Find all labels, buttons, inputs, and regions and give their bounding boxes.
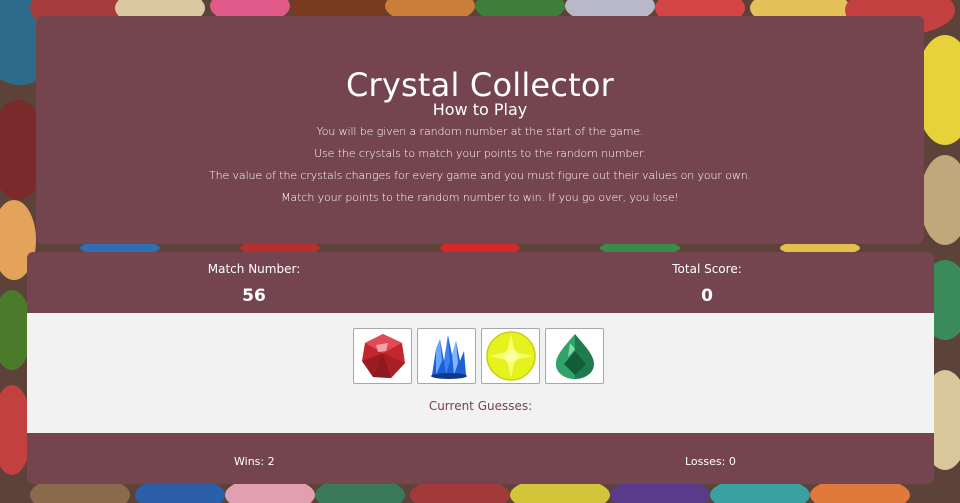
crystal-button-green[interactable] — [545, 328, 604, 384]
total-score-label: Total Score: — [672, 262, 742, 276]
rule-text: The value of the crystals changes for ev… — [208, 169, 752, 182]
rule-text: You will be given a random number at the… — [316, 125, 644, 138]
total-score-value: 0 — [701, 286, 713, 306]
yellow-gem-icon — [485, 331, 536, 381]
score-bar: Match Number: 56 Total Score: 0 — [27, 252, 934, 313]
crystal-area: Current Guesses: — [27, 313, 934, 433]
match-number-label: Match Number: — [207, 262, 301, 276]
blue-crystal-icon — [430, 335, 467, 379]
game-board: Match Number: 56 Total Score: 0 Current … — [27, 252, 934, 484]
instructions-panel: Crystal Collector How to Play You will b… — [36, 16, 924, 244]
how-to-play-heading: How to Play — [432, 100, 528, 119]
crystal-button-blue[interactable] — [417, 328, 476, 384]
current-guesses-label: Current Guesses: — [428, 399, 533, 413]
rules-list: You will be given a random number at the… — [36, 126, 924, 214]
match-number-stat: Match Number: 56 — [154, 262, 354, 306]
red-gem-icon — [361, 334, 405, 378]
match-number-value: 56 — [242, 286, 266, 306]
rule-text: Match your points to the random number t… — [281, 191, 679, 204]
game-title: Crystal Collector — [346, 66, 614, 104]
crystal-button-yellow[interactable] — [481, 328, 540, 384]
total-score-stat: Total Score: 0 — [607, 262, 807, 306]
results-bar: Wins: 2 Losses: 0 — [27, 433, 934, 484]
losses-count: Losses: 0 — [685, 455, 736, 468]
rule-text: Use the crystals to match your points to… — [314, 147, 646, 160]
green-gem-icon — [555, 334, 594, 379]
crystal-button-red[interactable] — [353, 328, 412, 384]
wins-count: Wins: 2 — [234, 455, 275, 468]
